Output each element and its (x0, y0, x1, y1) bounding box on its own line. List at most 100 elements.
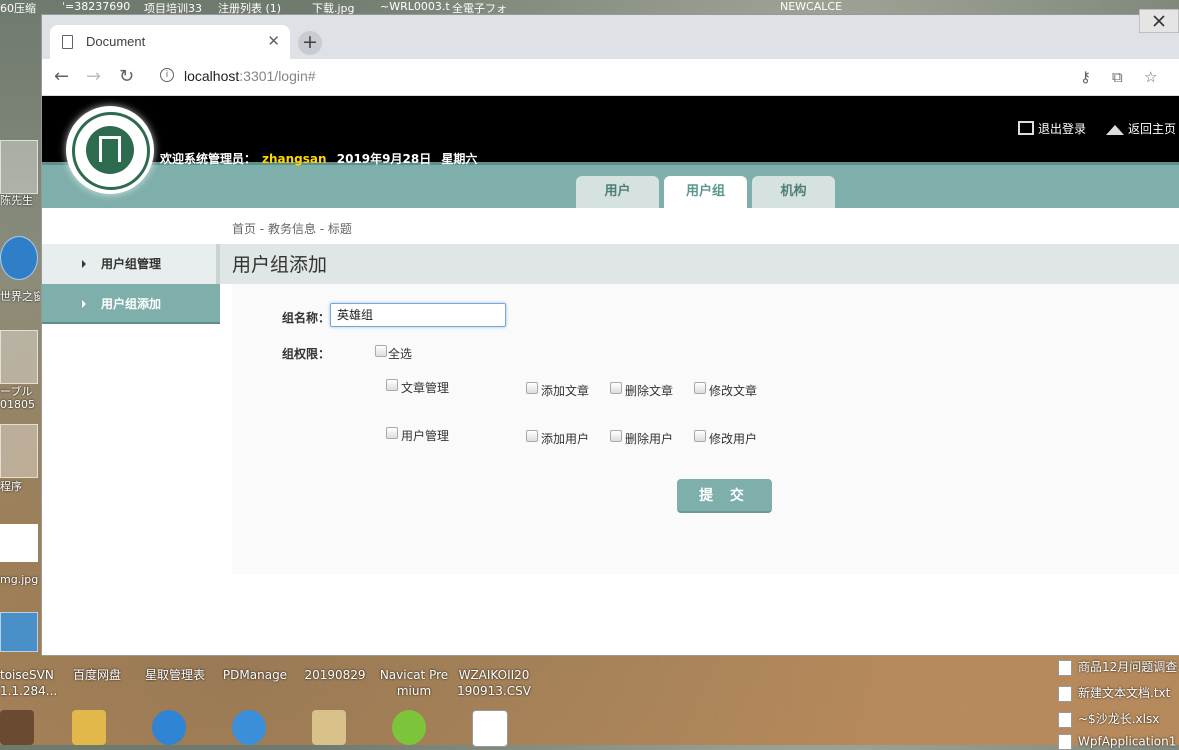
desktop-icon-label: WZAIKOII20 190913.CSV (457, 668, 531, 698)
sidebar-item-label: 用户组添加 (101, 297, 162, 311)
sogou-icon[interactable] (152, 710, 186, 745)
desktop-file-label[interactable]: 项目培训33 (144, 0, 202, 14)
document-icon (62, 35, 73, 49)
user-photo-icon[interactable] (0, 710, 34, 745)
add-article-label: 添加文章 (541, 384, 590, 398)
back-arrow-icon[interactable]: ← (54, 66, 69, 87)
sidebar-item-group-manage[interactable]: 用户组管理 (42, 244, 220, 284)
home-label: 返回主页 (1128, 122, 1177, 136)
desktop-icon-label: 陈先生 (0, 194, 33, 207)
home-link[interactable]: 返回主页 (1106, 120, 1176, 137)
panel-header (220, 244, 1179, 284)
desktop-file-label[interactable]: 全電子フォ (452, 0, 507, 14)
article-manage-label: 文章管理 (401, 381, 450, 395)
tab-users[interactable]: 用户 (576, 176, 659, 208)
user-manage-checkbox[interactable] (386, 427, 398, 439)
delete-user-checkbox[interactable] (610, 430, 622, 442)
current-weekday: 星期六 (441, 152, 478, 166)
desktop-icon-label: 程序 (0, 480, 22, 493)
add-user-checkbox[interactable] (526, 430, 538, 442)
browser-tab[interactable]: Document ✕ (50, 25, 290, 59)
url-path: :3301/login# (239, 68, 316, 84)
desktop-file-label[interactable]: 下载.jpg (312, 0, 355, 14)
window-controls[interactable] (1138, 8, 1179, 34)
star-icon[interactable]: ☆ (1144, 68, 1157, 86)
caret-right-icon (82, 300, 86, 308)
browser-window: Document ✕ + ← → ↻ i localhost:3301/logi… (42, 8, 1179, 655)
plus-app-icon[interactable] (392, 710, 426, 745)
delete-user-label: 删除用户 (625, 432, 674, 446)
desktop-file-label[interactable]: ˈ=38237690 (62, 0, 130, 13)
welcome-line: 欢迎系统管理员： zhangsan 2019年9月28日 星期六 (160, 150, 483, 167)
desktop-file-label: 商品12月问题调查. (1078, 660, 1179, 674)
new-tab-button[interactable]: + (298, 31, 322, 55)
caret-right-icon (82, 260, 86, 268)
logo-gate-icon (99, 136, 121, 162)
delete-article-label: 删除文章 (625, 384, 674, 398)
forward-arrow-icon[interactable]: → (86, 66, 101, 87)
desktop-file-label[interactable]: ~WRL0003.t (380, 0, 450, 13)
svn-icon[interactable] (0, 612, 38, 652)
navigation-bar: ← → ↻ i localhost:3301/login# ⚷ ⧉ ☆ (42, 59, 1179, 96)
tab-organizations[interactable]: 机构 (752, 176, 835, 208)
desktop-folder-icon[interactable] (0, 424, 38, 478)
archive-icon[interactable] (312, 710, 346, 745)
globe-icon[interactable] (0, 236, 38, 280)
close-icon[interactable]: ✕ (267, 32, 280, 50)
reload-icon[interactable]: ↻ (119, 66, 134, 87)
sidebar: 用户组管理 用户组添加 (42, 244, 220, 574)
group-name-label: 组名称： (282, 311, 331, 325)
logout-link[interactable]: 退出登录 (1018, 120, 1086, 137)
desktop-file-label[interactable]: 注册列表 (1) (218, 0, 281, 14)
username: zhangsan (262, 152, 327, 166)
key-icon[interactable]: ⚷ (1080, 68, 1091, 86)
sidebar-item-group-add[interactable]: 用户组添加 (42, 284, 220, 324)
excel-icon[interactable] (472, 710, 508, 747)
desktop-icon-label: 20190829 (304, 668, 366, 682)
translate-icon[interactable]: ⧉ (1112, 68, 1123, 86)
desktop-icon-label: 百度网盘 (72, 668, 121, 682)
tab-title: Document (86, 34, 146, 49)
desktop-file[interactable]: 商品12月问题调查. (1058, 658, 1179, 676)
sidebar-item-label: 用户组管理 (101, 257, 162, 271)
excel-file-icon (1058, 711, 1072, 728)
folder-icon[interactable] (72, 710, 106, 745)
select-all-label: 全选 (388, 347, 413, 361)
select-all-checkbox[interactable] (375, 345, 387, 357)
home-icon (1106, 125, 1124, 135)
desktop-top-strip: 60压缩 ˈ=38237690 项目培训33 注册列表 (1) 下载.jpg ~… (0, 0, 1179, 14)
address-bar[interactable]: localhost:3301/login# (184, 68, 316, 84)
ie-icon[interactable] (232, 710, 266, 745)
add-article-checkbox[interactable] (526, 382, 538, 394)
desktop-file-label[interactable]: NEWCALCE (780, 0, 842, 13)
delete-article-checkbox[interactable] (610, 382, 622, 394)
desktop-file-label[interactable]: 60压缩 (0, 0, 36, 14)
submit-button[interactable]: 提 交 (677, 479, 772, 513)
user-manage-label: 用户管理 (401, 429, 450, 443)
edit-article-checkbox[interactable] (694, 382, 706, 394)
desktop-icon-label: 世界之窗 (0, 290, 40, 303)
url-host: localhost (184, 68, 240, 84)
desktop-file[interactable]: WpfApplication1 (1058, 734, 1176, 750)
window-close-icon[interactable] (1138, 8, 1179, 34)
info-icon[interactable]: i (160, 68, 174, 82)
desktop-folder-icon[interactable] (0, 330, 38, 384)
desktop-file[interactable]: 新建文本文档.txt (1058, 684, 1170, 702)
app-file-icon (1058, 734, 1072, 750)
tab-user-groups[interactable]: 用户组 (664, 176, 747, 208)
edit-user-checkbox[interactable] (694, 430, 706, 442)
logout-label: 退出登录 (1038, 122, 1087, 136)
logout-icon (1018, 121, 1034, 135)
group-permissions-label: 组权限： (282, 347, 331, 361)
image-file-icon[interactable] (0, 524, 38, 562)
desktop-icon-label: mg.jpg (0, 573, 39, 586)
desktop-folder-icon[interactable] (0, 140, 38, 194)
page-title: 用户组添加 (232, 254, 328, 276)
desktop-icon-label: toiseSVN 1.1.284... (0, 668, 58, 698)
breadcrumb: 首页 - 教务信息 - 标题 (232, 222, 352, 236)
group-name-input[interactable] (330, 303, 506, 327)
desktop-icon-label: 星取管理表 (144, 668, 205, 682)
desktop-file[interactable]: ~$沙龙长.xlsx (1058, 710, 1159, 728)
desktop-icon-label: 01805 (0, 398, 35, 411)
article-manage-checkbox[interactable] (386, 379, 398, 391)
